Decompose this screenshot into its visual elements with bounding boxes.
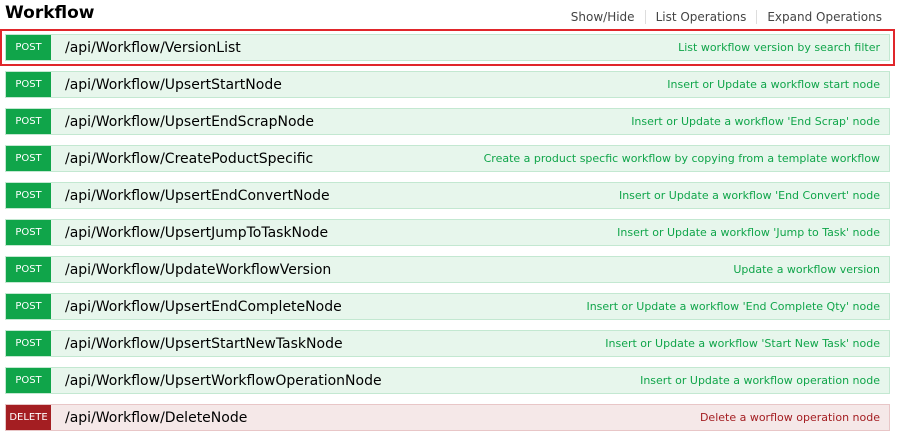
operation-row-upsert-workflow-operation-node[interactable]: POST /api/Workflow/UpsertWorkflowOperati… xyxy=(5,367,890,394)
operation-row-version-list[interactable]: POST /api/Workflow/VersionList List work… xyxy=(0,29,895,66)
expand-operations-link[interactable]: Expand Operations xyxy=(767,9,882,25)
operation-row-upsert-start-new-task-node[interactable]: POST /api/Workflow/UpsertStartNewTaskNod… xyxy=(5,330,890,357)
operation-path[interactable]: /api/Workflow/UpsertStartNewTaskNode xyxy=(65,336,343,352)
operation-path[interactable]: /api/Workflow/UpsertWorkflowOperationNod… xyxy=(65,373,382,389)
list-operations-link[interactable]: List Operations xyxy=(656,9,747,25)
operation-path[interactable]: /api/Workflow/CreatePoductSpecific xyxy=(65,151,313,167)
operation-row-upsert-start-node[interactable]: POST /api/Workflow/UpsertStartNode Inser… xyxy=(5,71,890,98)
operation-description[interactable]: Update a workflow version xyxy=(733,263,880,276)
operation-description[interactable]: Insert or Update a workflow 'Start New T… xyxy=(605,337,880,350)
operation-row-upsert-end-complete-node[interactable]: POST /api/Workflow/UpsertEndCompleteNode… xyxy=(5,293,890,320)
method-badge: POST xyxy=(6,35,51,60)
operation-path[interactable]: /api/Workflow/UpsertEndScrapNode xyxy=(65,114,314,130)
operation-row-update-workflow-version[interactable]: POST /api/Workflow/UpdateWorkflowVersion… xyxy=(5,256,890,283)
operation-description[interactable]: Insert or Update a workflow 'End Complet… xyxy=(586,300,880,313)
operation-description[interactable]: Insert or Update a workflow 'End Convert… xyxy=(619,189,880,202)
operation-path[interactable]: /api/Workflow/DeleteNode xyxy=(65,410,247,426)
operation-path[interactable]: /api/Workflow/VersionList xyxy=(65,40,241,56)
method-badge: POST xyxy=(6,331,51,356)
operation-row-upsert-end-scrap-node[interactable]: POST /api/Workflow/UpsertEndScrapNode In… xyxy=(5,108,890,135)
operation-description[interactable]: Insert or Update a workflow 'Jump to Tas… xyxy=(617,226,880,239)
operation-description[interactable]: List workflow version by search filter xyxy=(678,41,880,54)
resource-header: Workflow Show/Hide List Operations Expan… xyxy=(0,0,900,30)
method-badge: POST xyxy=(6,109,51,134)
operations-list: POST /api/Workflow/VersionList List work… xyxy=(0,29,895,441)
operation-path[interactable]: /api/Workflow/UpsertEndConvertNode xyxy=(65,188,330,204)
operation-path[interactable]: /api/Workflow/UpdateWorkflowVersion xyxy=(65,262,331,278)
method-badge: POST xyxy=(6,146,51,171)
operation-row-delete-node[interactable]: DELETE /api/Workflow/DeleteNode Delete a… xyxy=(5,404,890,431)
operation-row-create-product-specific[interactable]: POST /api/Workflow/CreatePoductSpecific … xyxy=(5,145,890,172)
resource-links: Show/Hide List Operations Expand Operati… xyxy=(571,9,882,25)
operation-path[interactable]: /api/Workflow/UpsertStartNode xyxy=(65,77,282,93)
method-badge: POST xyxy=(6,368,51,393)
operation-description[interactable]: Insert or Update a workflow operation no… xyxy=(640,374,880,387)
method-badge: POST xyxy=(6,72,51,97)
operation-description[interactable]: Insert or Update a workflow 'End Scrap' … xyxy=(631,115,880,128)
method-badge: POST xyxy=(6,220,51,245)
resource-title[interactable]: Workflow xyxy=(5,2,95,24)
operation-path[interactable]: /api/Workflow/UpsertJumpToTaskNode xyxy=(65,225,328,241)
operation-row-upsert-end-convert-node[interactable]: POST /api/Workflow/UpsertEndConvertNode … xyxy=(5,182,890,209)
operation-description[interactable]: Create a product specfic workflow by cop… xyxy=(484,152,880,165)
operation-description[interactable]: Insert or Update a workflow start node xyxy=(667,78,880,91)
method-badge: POST xyxy=(6,257,51,282)
operation-row-upsert-jump-to-task-node[interactable]: POST /api/Workflow/UpsertJumpToTaskNode … xyxy=(5,219,890,246)
show-hide-link[interactable]: Show/Hide xyxy=(571,9,635,25)
link-divider xyxy=(644,10,646,24)
method-badge: POST xyxy=(6,183,51,208)
operation-description[interactable]: Delete a worflow operation node xyxy=(700,411,880,424)
method-badge: POST xyxy=(6,294,51,319)
link-divider xyxy=(756,10,758,24)
method-badge: DELETE xyxy=(6,405,51,430)
operation-path[interactable]: /api/Workflow/UpsertEndCompleteNode xyxy=(65,299,342,315)
